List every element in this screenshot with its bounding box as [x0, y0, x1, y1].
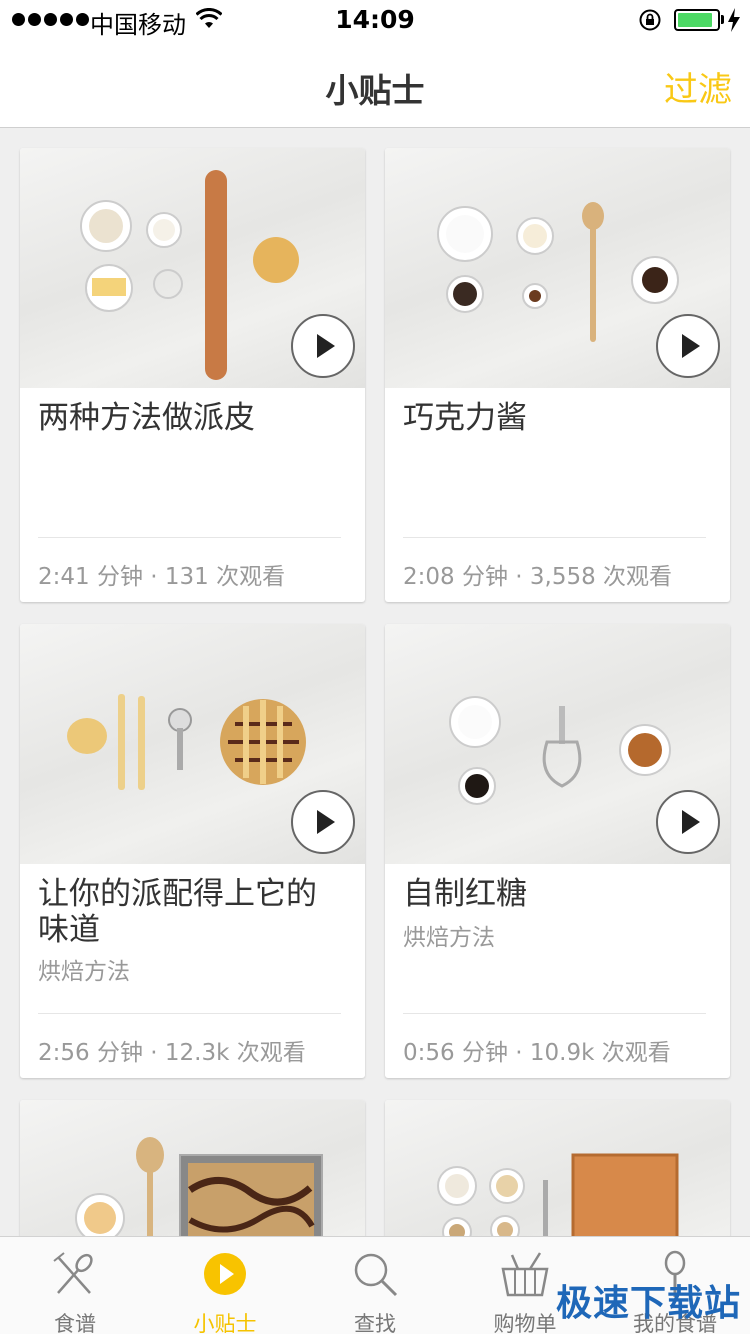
tip-card[interactable]: 两种方法做派皮 2:41 分钟 · 131 次观看 — [20, 148, 365, 602]
play-icon — [317, 334, 335, 358]
play-icon — [317, 810, 335, 834]
orientation-lock-icon — [639, 9, 661, 31]
tip-card[interactable]: 巧克力酱 2:08 分钟 · 3,558 次观看 — [385, 148, 730, 602]
play-video-button[interactable] — [291, 314, 355, 378]
play-video-button[interactable] — [656, 314, 720, 378]
battery-tip — [721, 15, 724, 24]
tab-tips[interactable]: 小贴士 — [150, 1237, 300, 1334]
basket-icon — [501, 1252, 549, 1297]
fork-spoon-icon — [53, 1252, 93, 1294]
watermark-logo: 极速下载站 — [556, 1283, 742, 1324]
battery-icon — [674, 9, 720, 31]
tab-label: 食谱 — [54, 1312, 96, 1334]
tip-card[interactable]: 自制红糖 烘焙方法 0:56 分钟 · 10.9k 次观看 — [385, 624, 730, 1078]
card-title: 让你的派配得上它的味道 — [38, 876, 317, 948]
card-divider — [38, 537, 341, 538]
card-divider — [403, 1013, 706, 1014]
filter-button[interactable]: 过滤 — [664, 62, 732, 111]
tip-card[interactable]: 让你的派配得上它的味道 烘焙方法 2:56 分钟 · 12.3k 次观看 — [20, 624, 365, 1078]
charging-bolt-icon — [728, 8, 740, 32]
navigation-bar: 小贴士 过滤 — [0, 40, 750, 128]
card-subtitle: 烘焙方法 — [38, 959, 130, 985]
card-divider — [38, 1013, 341, 1014]
card-title: 两种方法做派皮 — [38, 400, 255, 436]
card-meta: 2:41 分钟 · 131 次观看 — [38, 564, 286, 590]
card-divider — [403, 537, 706, 538]
play-circle-icon — [204, 1253, 246, 1295]
tab-label: 小贴士 — [193, 1312, 257, 1334]
play-video-button[interactable] — [656, 790, 720, 854]
search-icon — [354, 1253, 398, 1297]
card-title: 巧克力酱 — [403, 400, 527, 436]
card-meta: 2:08 分钟 · 3,558 次观看 — [403, 564, 673, 590]
tab-search[interactable]: 查找 — [300, 1237, 450, 1334]
card-thumbnail — [385, 148, 730, 388]
play-icon — [682, 810, 700, 834]
play-icon — [682, 334, 700, 358]
card-thumbnail — [20, 624, 365, 864]
page-title: 小贴士 — [325, 71, 425, 110]
card-thumbnail — [20, 148, 365, 388]
card-title: 自制红糖 — [403, 876, 527, 912]
card-meta: 0:56 分钟 · 10.9k 次观看 — [403, 1040, 671, 1066]
status-bar: 中国移动 14:09 — [0, 0, 750, 40]
tab-recipes[interactable]: 食谱 — [0, 1237, 150, 1334]
card-subtitle: 烘焙方法 — [403, 925, 495, 951]
card-meta: 2:56 分钟 · 12.3k 次观看 — [38, 1040, 306, 1066]
play-video-button[interactable] — [291, 790, 355, 854]
tab-label: 查找 — [354, 1312, 396, 1334]
card-thumbnail — [385, 624, 730, 864]
